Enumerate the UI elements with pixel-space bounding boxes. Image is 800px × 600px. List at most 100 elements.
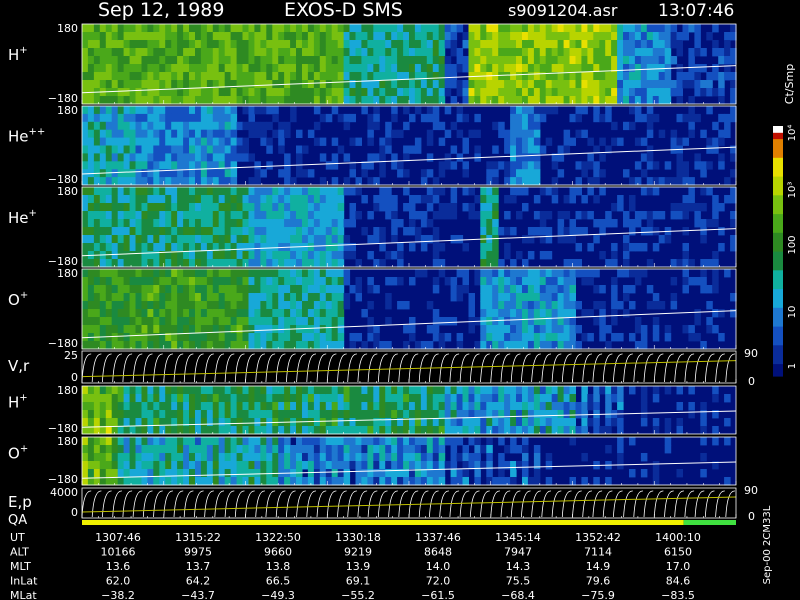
spectrogram-cell (539, 325, 547, 334)
spectrogram-cell (599, 153, 606, 162)
panel-label-superscript: + (20, 290, 28, 301)
spectrogram-cell (111, 277, 119, 286)
spectrogram-cell (379, 32, 386, 41)
spectrogram-cell (462, 243, 469, 252)
spectrogram-cell (302, 48, 309, 57)
spectrogram-cell (480, 96, 487, 105)
spectrogram-cell (510, 80, 517, 89)
spectrogram-cell (557, 426, 565, 435)
spectrogram-cell (159, 211, 166, 220)
spectrogram-cell (147, 410, 154, 419)
spectrogram-cell (117, 211, 125, 220)
spectrogram-cell (700, 437, 707, 446)
spectrogram-cell (438, 445, 446, 454)
spectrogram-cell (290, 195, 297, 204)
spectrogram-cell (617, 48, 624, 57)
spectrogram-cell (177, 227, 184, 236)
spectrogram-cell (444, 211, 452, 220)
spectrogram-cell (617, 195, 624, 204)
spectrogram-cell (230, 153, 238, 162)
spectrogram-cell (242, 410, 249, 419)
spectrogram-cell (272, 341, 279, 350)
spectrogram-cell (522, 259, 529, 268)
spectrogram-cell (724, 394, 731, 403)
spectrogram-cell (581, 227, 588, 236)
spectrogram-cell (99, 211, 107, 220)
spectrogram-cell (629, 177, 636, 186)
spectrogram-cell (105, 121, 113, 131)
spectrogram-cell (474, 88, 481, 97)
table-cell: 1315:22 (175, 531, 221, 544)
colorbar-swatch (773, 288, 783, 296)
spectrogram-cell (272, 309, 279, 318)
spectrogram-cell (242, 437, 249, 446)
spectrogram-cell (492, 88, 499, 97)
spectrogram-cell (266, 203, 273, 212)
spectrogram-cell (99, 195, 107, 204)
spectrogram-cell (212, 203, 220, 212)
spectrogram-cell (367, 251, 374, 260)
spectrogram-cell (414, 40, 422, 49)
spectrogram-cell (563, 227, 571, 236)
spectrogram-cell (444, 203, 452, 212)
spectrogram-cell (296, 211, 303, 220)
spectrogram-cell (634, 80, 642, 89)
spectrogram-cell (593, 269, 600, 278)
spectrogram-cell (545, 56, 553, 65)
spectrogram-cell (325, 341, 333, 350)
spectrogram-cell (670, 56, 678, 65)
spectrogram-cell (254, 469, 261, 478)
spectrogram-cell (147, 24, 154, 33)
spectrogram-cell (355, 64, 362, 73)
spectrogram-cell (212, 453, 220, 462)
spectrogram-cell (254, 121, 261, 131)
spectrogram-cell (153, 177, 160, 186)
spectrogram-cell (177, 56, 184, 65)
spectrogram-cell (183, 453, 190, 462)
spectrogram-cell (135, 269, 142, 278)
spectrogram-cell (569, 293, 576, 302)
spectrogram-cell (563, 129, 571, 138)
spectrogram-cell (129, 72, 137, 81)
spectrogram-cell (290, 277, 297, 286)
spectrogram-cell (646, 259, 654, 268)
spectrogram-cell (605, 32, 612, 41)
spectrogram-cell (165, 129, 172, 138)
table-cell: 1337:46 (415, 531, 461, 544)
spectrogram-cell (605, 426, 612, 435)
spectrogram-cell (355, 211, 362, 220)
spectrogram-cell (331, 461, 339, 470)
spectrogram-cell (99, 32, 107, 41)
spectrogram-cell (272, 195, 279, 204)
spectrogram-cell (426, 195, 434, 204)
spectrogram-cell (379, 56, 386, 65)
spectrogram-cell (569, 317, 576, 326)
spectrogram-cell (646, 80, 654, 89)
spectrogram-cell (670, 293, 678, 302)
spectrogram-cell (444, 129, 452, 138)
spectrogram-cell (563, 285, 571, 294)
spectrogram-cell (153, 394, 160, 403)
spectrogram-cell (212, 394, 220, 403)
spectrogram-cell (611, 285, 618, 294)
spectrogram-cell (230, 394, 238, 403)
spectrogram-cell (367, 477, 374, 486)
spectrogram-cell (87, 469, 95, 478)
spectrogram-cell (236, 418, 244, 427)
spectrogram-cell (498, 386, 505, 395)
spectrogram-cell (195, 80, 202, 89)
spectrogram-cell (260, 317, 267, 326)
spectrogram-cell (718, 96, 725, 105)
spectrogram-cell (581, 386, 588, 395)
spectrogram-cell (200, 437, 208, 446)
spectrogram-cell (551, 402, 559, 411)
spectrogram-cell (278, 96, 285, 105)
spectrogram-cell (533, 32, 541, 41)
spectrogram-cell (296, 227, 303, 236)
header-title: Sep 12, 1989 EXOS-D SMS s9091204.asr 13:… (98, 0, 734, 21)
spectrogram-cell (129, 251, 137, 260)
spectrogram-cell (302, 426, 309, 435)
spectrogram-cell (694, 277, 701, 286)
spectrogram-cell (343, 177, 351, 186)
spectrogram-cell (712, 325, 719, 334)
